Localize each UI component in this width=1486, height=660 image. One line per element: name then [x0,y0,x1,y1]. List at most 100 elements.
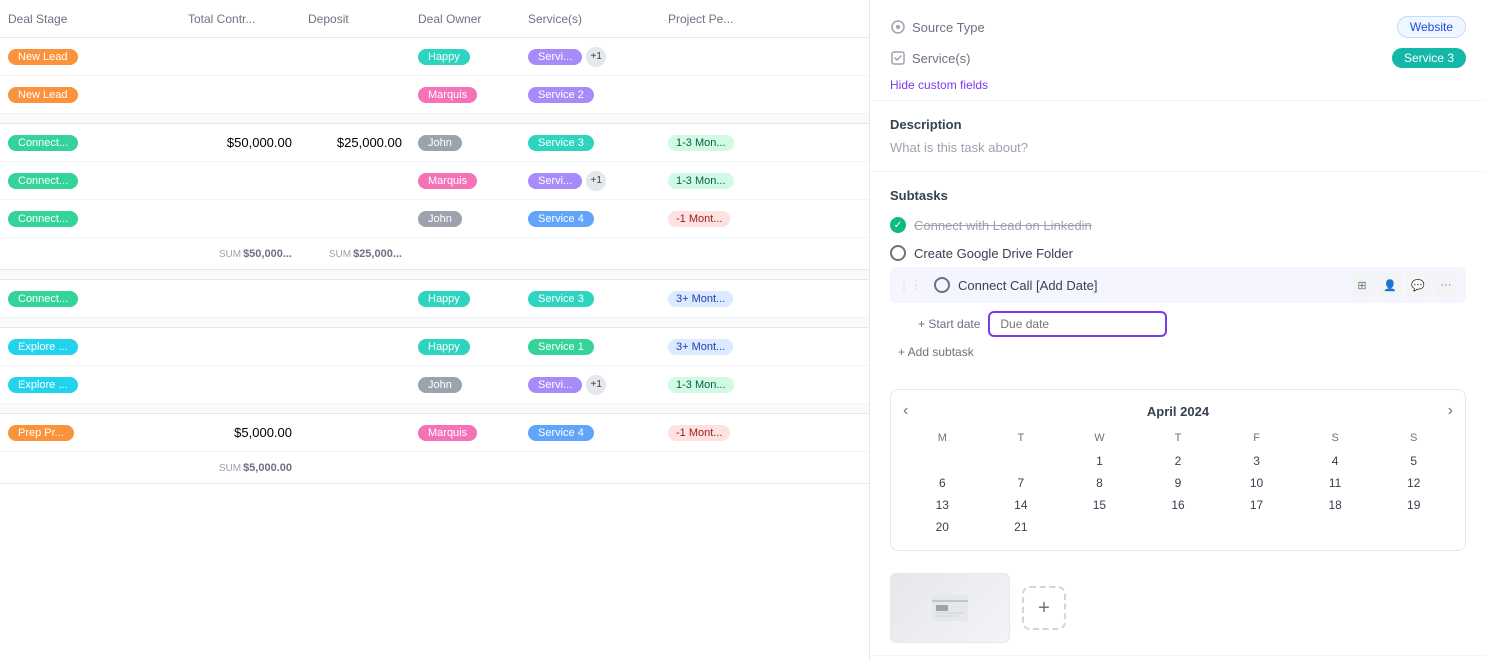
calendar-day-name: M [903,430,982,446]
sum-row: SUM$5,000.00 [0,452,869,484]
period-badge: 3+ Mont... [668,339,733,355]
cell-owner: Marquis [410,424,520,441]
calendar-day[interactable]: 17 [1217,494,1296,516]
calendar-day[interactable]: 13 [903,494,982,516]
cell-services: Servi...+1 [520,171,660,191]
subtasks-title: Subtasks [890,188,1466,203]
section-spacer [0,404,869,414]
due-date-input[interactable] [988,311,1167,337]
calendar-day[interactable]: 8 [1060,472,1139,494]
section-spacer [0,318,869,328]
subtask-circle-icon-2[interactable] [890,245,906,261]
source-type-icon [890,19,906,35]
calendar-day[interactable]: 16 [1139,494,1218,516]
calendar-day[interactable]: 20 [903,516,982,538]
calendar-days-header: MTWTFSS [903,430,1453,446]
attachment-add-button[interactable]: + [1022,586,1066,630]
service-badge: Service 3 [528,291,594,307]
table-row[interactable]: New Lead Marquis Service 2 [0,76,869,114]
calendar-next-button[interactable]: › [1448,402,1453,420]
deal-stage-badge: Prep Pr... [8,425,74,441]
calendar-day [1374,516,1453,538]
table-row[interactable]: Explore ...HappyService 13+ Mont... [0,328,869,366]
services-label: Service(s) [890,50,1010,66]
cell-period: 1-3 Mon... [660,134,770,151]
subtask-action-2[interactable]: 👤 [1378,273,1402,297]
period-badge: 1-3 Mon... [668,377,734,393]
subtasks-section: Subtasks ✓ Connect with Lead on Linkedin… [870,172,1486,379]
table-row[interactable]: New LeadHappyServi...+1 [0,38,869,76]
table-row[interactable]: Connect...HappyService 33+ Mont... [0,280,869,318]
calendar-day[interactable]: 21 [982,516,1061,538]
calendar-section: ‹ April 2024 › MTWTFSS 12345678910111213… [890,389,1466,551]
add-subtask-button[interactable]: + Add subtask [890,341,982,363]
description-placeholder[interactable]: What is this task about? [890,140,1466,155]
calendar-day[interactable]: 19 [1374,494,1453,516]
period-badge: -1 Mont... [668,211,730,227]
calendar-day[interactable]: 4 [1296,450,1375,472]
calendar-day[interactable]: 6 [903,472,982,494]
calendar-day[interactable]: 5 [1374,450,1453,472]
cell-services: Service 2 [520,87,660,103]
cell-owner: John [410,134,520,151]
calendar-day[interactable]: 10 [1217,472,1296,494]
cell-deal-stage: Connect... [0,210,180,227]
subtask-action-3[interactable]: 💬 [1406,273,1430,297]
description-section: Description What is this task about? [870,101,1486,172]
calendar-day[interactable]: 12 [1374,472,1453,494]
table-row[interactable]: Connect...$50,000.00$25,000.00JohnServic… [0,124,869,162]
table-row[interactable]: Connect...MarquisServi...+11-3 Mon... [0,162,869,200]
calendar-day-name: F [1217,430,1296,446]
cell-total: $50,000.00 [180,135,300,150]
table-row[interactable]: Connect...JohnService 4-1 Mont... [0,200,869,238]
calendar-day[interactable]: 2 [1139,450,1218,472]
hide-custom-fields-link[interactable]: Hide custom fields [890,78,1466,92]
cell-total: $5,000.00 [180,425,300,440]
cell-owner: Happy [410,48,520,65]
calendar-day[interactable]: 7 [982,472,1061,494]
calendar-day [1060,516,1139,538]
cell-services: Service 1 [520,339,660,355]
section-spacer [0,270,869,280]
calendar-day[interactable]: 1 [1060,450,1139,472]
owner-badge: Happy [418,49,470,65]
subtask-circle-icon-3[interactable] [934,277,950,293]
col-header-total: Total Contr... [180,12,300,26]
calendar-day-name: W [1060,430,1139,446]
subtask-done-icon[interactable]: ✓ [890,217,906,233]
cell-period: 1-3 Mon... [660,172,770,189]
source-type-field-row: Source Type Website [890,16,1466,38]
calendar-day[interactable]: 3 [1217,450,1296,472]
sum-row: SUM$50,000...SUM$25,000... [0,238,869,270]
calendar-day[interactable]: 9 [1139,472,1218,494]
service-badge: Service 2 [528,87,594,103]
calendar-day[interactable]: 15 [1060,494,1139,516]
calendar-day[interactable]: 11 [1296,472,1375,494]
calendar-days-grid: 123456789101112131415161718192021 [903,450,1453,538]
period-badge: 1-3 Mon... [668,173,734,189]
calendar-day[interactable]: 18 [1296,494,1375,516]
cell-services: Servi...+1 [520,375,660,395]
attachment-preview[interactable] [890,573,1010,643]
subtask-action-4[interactable]: ··· [1434,273,1458,297]
calendar-prev-button[interactable]: ‹ [903,402,908,420]
table-row[interactable]: Prep Pr...$5,000.00MarquisService 4-1 Mo… [0,414,869,452]
calendar-day [982,450,1061,472]
service-badge: Servi... [528,173,582,189]
deal-stage-badge: Connect... [8,291,78,307]
drag-handle[interactable]: ⋮⋮ [898,278,922,292]
table-row[interactable]: Explore ...JohnServi...+11-3 Mon... [0,366,869,404]
col-header-services: Service(s) [520,12,660,26]
start-date-button[interactable]: + Start date [918,317,980,331]
deal-stage-badge: New Lead [8,87,78,103]
owner-badge: Marquis [418,87,477,103]
cell-period: -1 Mont... [660,424,770,441]
col-header-owner: Deal Owner [410,12,520,26]
services-value: Service 3 [1392,48,1466,68]
subtask-action-1[interactable]: ⊞ [1350,273,1374,297]
calendar-day [1296,516,1375,538]
calendar-day [903,450,982,472]
services-field-row: Service(s) Service 3 [890,48,1466,68]
calendar-day[interactable]: 14 [982,494,1061,516]
description-title: Description [890,117,1466,132]
